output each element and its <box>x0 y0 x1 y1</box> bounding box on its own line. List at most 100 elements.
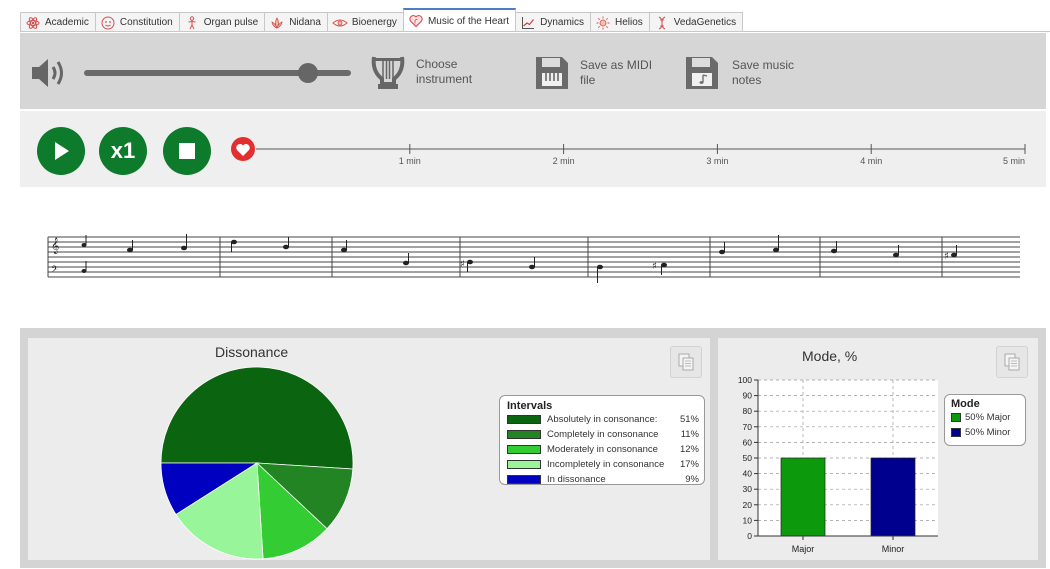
legend-row: Moderately in consonance 12% <box>507 442 699 457</box>
legend-swatch <box>951 428 961 437</box>
intervals-legend-title: Intervals <box>507 400 553 412</box>
legend-label: In dissonance <box>547 474 606 485</box>
legend-swatch <box>507 475 541 484</box>
mode-panel: Mode, % 0 10 20 30 40 50 60 70 80 90 100 Major Minor… <box>718 338 1038 560</box>
save-midi-button[interactable]: Save as MIDI file <box>534 55 652 91</box>
timeline-tick-label: 3 min <box>706 156 728 166</box>
legend-value: 11% <box>680 429 699 440</box>
legend-value: 17% <box>679 459 699 470</box>
volume-thumb[interactable] <box>298 63 319 83</box>
legend-label: 50% Major <box>965 412 1011 423</box>
tab-constitution[interactable]: Constitution <box>94 12 180 32</box>
analysis-panels: Dissonance Intervals Absolutely in conso… <box>20 328 1046 568</box>
speed-button[interactable]: x1 <box>99 127 147 175</box>
tab-label: Nidana <box>289 17 321 28</box>
tab-label: Organ pulse <box>203 17 259 28</box>
dissonance-title: Dissonance <box>215 344 289 360</box>
save-midi-icon <box>536 57 568 89</box>
bar-major <box>780 457 826 537</box>
tab-dynamics[interactable]: Dynamics <box>515 12 591 32</box>
tab-helios[interactable]: Helios <box>590 12 650 32</box>
pie-slice <box>160 366 354 470</box>
tab-organ-pulse[interactable]: Organ pulse <box>178 12 266 32</box>
legend-swatch <box>507 445 541 454</box>
legend-row: Absolutely in consonance: 51% <box>507 412 699 427</box>
choose-instrument-button[interactable]: Choose instrument <box>368 53 472 91</box>
timeline-tick-label: 1 min <box>399 156 421 166</box>
timeline-tick-label: 2 min <box>553 156 575 166</box>
y-tick-label: 90 <box>743 391 753 401</box>
y-tick-label: 80 <box>743 406 753 416</box>
dissonance-panel: Dissonance Intervals Absolutely in conso… <box>28 338 710 560</box>
timeline[interactable]: 1 min 2 min 3 min 4 min 5 min <box>228 129 1028 179</box>
legend-label: Completely in consonance <box>547 429 659 440</box>
x-tick-label: Minor <box>882 544 905 554</box>
legend-row: In dissonance 9% <box>507 472 699 487</box>
notes <box>81 234 957 283</box>
tab-label: Academic <box>45 17 89 28</box>
legend-row: Incompletely in consonance 17% <box>507 457 699 472</box>
legend-row: 50% Minor <box>951 425 1021 440</box>
dna-icon <box>654 16 670 30</box>
timeline-start-marker[interactable] <box>231 137 255 161</box>
y-tick-label: 70 <box>743 422 753 432</box>
legend-swatch <box>507 430 541 439</box>
body-icon <box>184 15 200 30</box>
mode-legend-title: Mode <box>951 398 980 410</box>
copy-chart-button[interactable] <box>996 346 1028 378</box>
y-tick-label: 20 <box>743 500 753 510</box>
tab-label: Dynamics <box>540 17 584 28</box>
tab-label: Constitution <box>119 17 173 28</box>
play-button[interactable] <box>37 127 85 175</box>
tab-music-of-the-heart[interactable]: Music of the Heart <box>402 8 517 32</box>
music-score: 𝄞 𝄢 ♯ ♯ ♯ <box>20 188 1046 326</box>
timeline-tick-label: 4 min <box>860 156 882 166</box>
dissonance-pie-chart <box>160 366 354 560</box>
legend-swatch <box>507 460 541 469</box>
legend-value: 12% <box>679 444 699 455</box>
svg-text:♯: ♯ <box>652 261 657 272</box>
legend-value: 9% <box>685 474 699 485</box>
face-icon <box>100 16 116 30</box>
save-notes-line1: Save music <box>732 58 795 72</box>
y-tick-label: 0 <box>747 531 752 541</box>
legend-label: Absolutely in consonance: <box>547 414 658 425</box>
legend-swatch <box>951 413 961 422</box>
copy-icon <box>678 353 694 371</box>
volume-icon[interactable] <box>30 57 66 89</box>
tab-label: Music of the Heart <box>427 15 510 27</box>
copy-icon <box>1004 353 1020 371</box>
save-notes-icon <box>686 57 718 89</box>
mode-title: Mode, % <box>802 348 858 364</box>
legend-value: 51% <box>679 414 699 425</box>
stop-button[interactable] <box>163 127 211 175</box>
timeline-tick-label: 5 min <box>1003 156 1025 166</box>
tab-bar: Academic Constitution Organ pulse Nidana… <box>20 8 744 32</box>
volume-slider[interactable] <box>84 63 351 83</box>
legend-label: Moderately in consonance <box>547 444 658 455</box>
save-midi-line2: file <box>580 73 596 87</box>
speed-label: x1 <box>110 138 136 163</box>
heart-icon <box>408 14 424 28</box>
copy-chart-button[interactable] <box>670 346 702 378</box>
stop-icon <box>179 143 195 159</box>
tab-academic[interactable]: Academic <box>20 12 96 32</box>
tab-nidana[interactable]: Nidana <box>264 12 328 32</box>
save-notes-button[interactable]: Save music notes <box>684 55 794 91</box>
tab-label: VedaGenetics <box>673 17 737 28</box>
legend-row: Completely in consonance 11% <box>507 427 699 442</box>
svg-text:♯: ♯ <box>944 251 949 262</box>
bass-clef: 𝄢 <box>51 264 58 277</box>
y-tick-label: 100 <box>738 375 752 385</box>
tab-vedagenetics[interactable]: VedaGenetics <box>648 12 744 32</box>
play-icon <box>55 142 69 160</box>
sun-icon <box>595 16 611 30</box>
tab-label: Helios <box>615 17 643 28</box>
x-tick-label: Major <box>792 544 815 554</box>
legend-label: Incompletely in consonance <box>547 459 665 470</box>
choose-instrument-line1: Choose <box>416 57 458 71</box>
tab-bioenergy[interactable]: Bioenergy <box>326 12 404 32</box>
y-tick-label: 30 <box>743 484 753 494</box>
score-staff: 𝄞 𝄢 ♯ ♯ ♯ <box>47 234 1020 283</box>
y-tick-label: 10 <box>743 515 753 525</box>
